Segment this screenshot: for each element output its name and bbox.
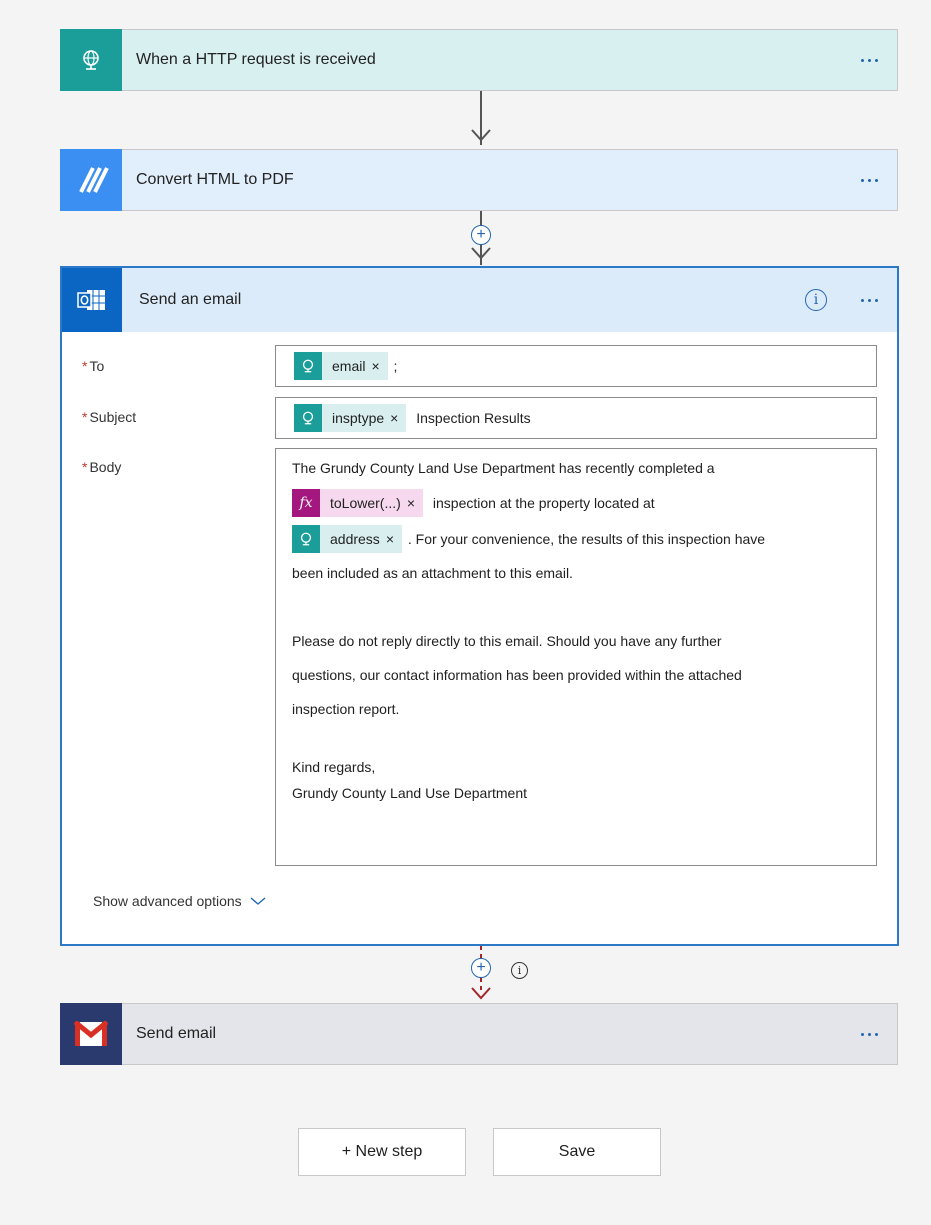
to-suffix: ; bbox=[393, 358, 398, 374]
chevron-down-icon bbox=[250, 897, 266, 905]
http-request-icon bbox=[60, 28, 122, 91]
more-options-icon[interactable] bbox=[849, 1032, 889, 1036]
http-request-icon bbox=[294, 404, 322, 432]
arrow-down-icon bbox=[471, 247, 491, 260]
more-options-icon[interactable] bbox=[849, 298, 889, 302]
body-line: inspection report. bbox=[292, 700, 400, 717]
gmail-icon bbox=[60, 1002, 122, 1065]
step-http-request[interactable]: When a HTTP request is received bbox=[60, 28, 898, 91]
body-line: address × . For your convenience, the re… bbox=[292, 520, 860, 555]
more-options-icon[interactable] bbox=[849, 58, 889, 62]
step-title: Send an email bbox=[139, 291, 242, 308]
subject-field[interactable]: insptype × Inspection Results bbox=[275, 397, 877, 439]
insert-step-plus-icon[interactable]: + bbox=[471, 225, 491, 245]
remove-token-icon[interactable]: × bbox=[371, 358, 387, 374]
step-title: Send email bbox=[136, 1025, 217, 1042]
body-line: been included as an attachment to this e… bbox=[292, 564, 573, 581]
body-line: Kind regards, bbox=[292, 758, 376, 775]
address-token[interactable]: address × bbox=[292, 522, 402, 556]
show-advanced-options[interactable]: Show advanced options bbox=[93, 893, 266, 909]
outlook-icon bbox=[62, 268, 122, 332]
step-convert-pdf[interactable]: Convert HTML to PDF bbox=[60, 148, 898, 211]
insert-step-plus-icon[interactable]: + bbox=[471, 958, 491, 978]
body-field[interactable]: The Grundy County Land Use Department ha… bbox=[275, 448, 877, 866]
new-step-button[interactable]: + New step bbox=[298, 1128, 466, 1176]
step-title: When a HTTP request is received bbox=[136, 51, 376, 68]
save-button[interactable]: Save bbox=[493, 1128, 661, 1176]
step-gmail-send-email[interactable]: Send email bbox=[60, 1002, 898, 1065]
arrow-down-icon bbox=[471, 129, 491, 142]
body-line: fx toLower(...) × inspection at the prop… bbox=[292, 485, 860, 520]
http-request-icon bbox=[294, 352, 322, 380]
to-field[interactable]: email × ; bbox=[275, 345, 877, 387]
step-send-an-email: Send an email i * To email × ; * Subject i… bbox=[60, 266, 899, 946]
to-label: * To bbox=[82, 358, 105, 374]
remove-token-icon[interactable]: × bbox=[407, 486, 423, 520]
body-line: Grundy County Land Use Department bbox=[292, 784, 528, 801]
remove-token-icon[interactable]: × bbox=[386, 522, 402, 556]
body-line: Please do not reply directly to this ema… bbox=[292, 632, 722, 649]
insptype-token[interactable]: insptype × bbox=[294, 404, 407, 432]
subject-text: Inspection Results bbox=[416, 410, 531, 426]
email-token[interactable]: email × bbox=[294, 352, 388, 380]
http-request-icon bbox=[292, 524, 320, 553]
body-line: questions, our contact information has b… bbox=[292, 666, 742, 683]
step-header[interactable]: Send an email i bbox=[62, 268, 897, 332]
subject-label: * Subject bbox=[82, 409, 137, 425]
step-title: Convert HTML to PDF bbox=[136, 171, 294, 188]
info-icon[interactable]: i bbox=[805, 289, 827, 311]
encodian-icon bbox=[60, 148, 122, 211]
body-line: The Grundy County Land Use Department ha… bbox=[292, 460, 715, 476]
arrow-down-icon bbox=[471, 987, 491, 1000]
body-label: * Body bbox=[82, 459, 122, 475]
tolower-expression-token[interactable]: fx toLower(...) × bbox=[292, 486, 423, 520]
function-icon: fx bbox=[292, 489, 320, 518]
remove-token-icon[interactable]: × bbox=[390, 410, 406, 426]
info-icon[interactable]: i bbox=[511, 962, 528, 979]
more-options-icon[interactable] bbox=[849, 178, 889, 182]
